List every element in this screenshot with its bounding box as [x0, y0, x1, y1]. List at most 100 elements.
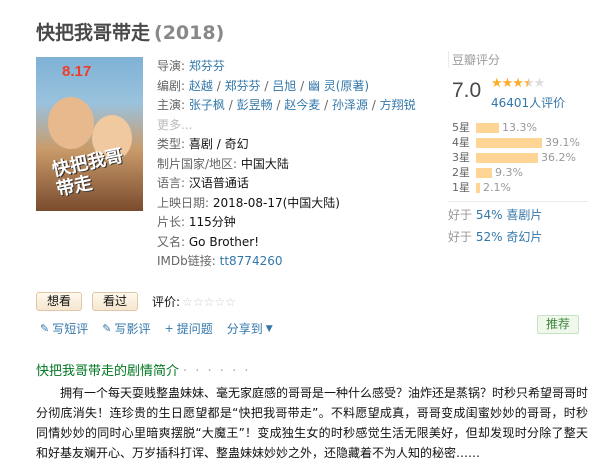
- write-short-review-label: 写短评: [52, 322, 89, 336]
- rating-score: 7.0: [452, 79, 482, 102]
- rating-bar-fill: [476, 168, 492, 178]
- writer-link[interactable]: 赵越: [189, 79, 213, 93]
- movie-title: 快把我哥带走: [36, 22, 151, 44]
- language-value: 汉语普通话: [188, 176, 249, 190]
- tool-bar: ✎ 写短评 ✎ 写影评 + 提问题 分享到 ▼: [40, 320, 287, 337]
- runtime-value: 115分钟: [188, 215, 236, 229]
- rating-bar-fill: [476, 183, 480, 193]
- rate-label: 评价:: [152, 295, 181, 309]
- pencil-icon: ✎: [102, 322, 112, 335]
- ask-question-button[interactable]: + 提问题: [164, 320, 212, 337]
- share-label: 分享到: [226, 322, 263, 336]
- genre-label: 类型:: [157, 137, 186, 151]
- poster-logo: 快把我哥带走: [50, 145, 126, 201]
- aka-label: 又名:: [157, 234, 186, 249]
- better-than-prefix: 好于: [448, 230, 473, 244]
- share-dropdown[interactable]: 分享到 ▼: [227, 320, 273, 337]
- country-row: 制片国家/地区: 中国大陆: [157, 155, 427, 175]
- rate-stars-icon[interactable]: ☆☆☆☆☆: [182, 295, 236, 309]
- rating-header: 豆瓣评分: [452, 53, 501, 67]
- star-filled-icon: ★★★: [491, 76, 524, 91]
- rating-bar-row: 4星 39.1%: [452, 135, 580, 150]
- genre-value: 奇幻: [224, 137, 249, 151]
- movie-year: (2018): [154, 22, 225, 44]
- better-than-row: 好于 52% 奇幻片: [448, 226, 588, 248]
- better-than-row: 好于 54% 喜剧片: [448, 204, 588, 226]
- director-link[interactable]: 郑芬芬: [189, 59, 225, 73]
- cast-more-link[interactable]: 更多...: [157, 118, 192, 132]
- cast-more-row: 更多...: [157, 116, 427, 136]
- better-than-pct[interactable]: 54%: [476, 208, 503, 222]
- ask-question-label: 提问题: [176, 322, 213, 336]
- watched-button[interactable]: 看过: [92, 292, 139, 311]
- writer-link[interactable]: 幽 灵(原著): [308, 79, 369, 93]
- writer-row: 编剧: 赵越 / 郑芬芬 / 吕旭 / 幽 灵(原著): [157, 78, 370, 93]
- aka-row: 又名: Go Brother!: [157, 233, 427, 253]
- rating-bar-pct: 9.3%: [495, 166, 523, 179]
- rating-bar-pct: 2.1%: [483, 181, 511, 194]
- imdb-label: IMDb链接:: [157, 254, 216, 268]
- genre-value: 喜剧: [188, 137, 213, 151]
- rating-bar-label: 5星: [452, 121, 470, 134]
- rating-bar-label: 4星: [452, 136, 470, 149]
- page-title: 快把我哥带走 (2018): [36, 18, 224, 45]
- movie-info: 导演: 郑芬芬 编剧: 赵越 / 郑芬芬 / 吕旭 / 幽 灵(原著) 主演: …: [157, 57, 427, 272]
- cast-link[interactable]: 张子枫: [189, 98, 225, 112]
- rating-stars-icon: ★★★★★: [491, 76, 546, 91]
- summary-dots: · · · · · ·: [183, 364, 251, 379]
- country-value: 中国大陆: [240, 156, 289, 171]
- better-than-pct[interactable]: 52%: [476, 230, 503, 244]
- votes-link[interactable]: 46401人评价: [491, 94, 565, 111]
- rating-bar-row: 1星 2.1%: [452, 180, 580, 195]
- poster-date: 8.17: [62, 63, 92, 80]
- imdb-row: IMDb链接: tt8774260: [157, 252, 427, 272]
- director-label: 导演:: [157, 59, 186, 73]
- rating-bar-pct: 36.2%: [541, 151, 576, 164]
- release-value: 2018-08-17(中国大陆): [212, 195, 340, 210]
- rating-distribution: 5星 13.3% 4星 39.1% 3星 36.2% 2星 9.3% 1星 2.1%: [452, 120, 580, 195]
- rating-bar-row: 2星 9.3%: [452, 165, 580, 180]
- star-empty-icon: ★: [533, 76, 546, 91]
- better-than-genre[interactable]: 喜剧片: [506, 208, 542, 222]
- want-to-watch-button[interactable]: 想看: [36, 292, 83, 311]
- runtime-label: 片长:: [157, 215, 186, 229]
- cast-link[interactable]: 方翔锐: [380, 98, 416, 112]
- summary-text: 拥有一个每天耍贱整蛊妹妹、毫无家庭感的哥哥是一种什么感受？油炸还是蒸锅？时秒只希…: [36, 386, 589, 460]
- language-label: 语言:: [157, 176, 186, 190]
- cast-link[interactable]: 赵今麦: [284, 98, 320, 112]
- director-row: 导演: 郑芬芬: [157, 57, 427, 77]
- recommend-button[interactable]: 推荐: [537, 315, 580, 334]
- writer-link[interactable]: 郑芬芬: [225, 79, 261, 93]
- rating-bar-fill: [476, 138, 542, 148]
- plus-icon: +: [164, 322, 174, 335]
- release-label: 上映日期:: [157, 195, 210, 210]
- cast-row: 主演: 张子枫 / 彭昱畅 / 赵今麦 / 孙泽源 / 方翔锐: [157, 98, 416, 112]
- summary-heading: 快把我哥带走的剧情简介 · · · · · ·: [36, 360, 250, 379]
- summary-title: 快把我哥带走的剧情简介: [36, 364, 180, 379]
- cast-link[interactable]: 孙泽源: [332, 98, 368, 112]
- better-than-panel: 好于 54% 喜剧片 好于 52% 奇幻片: [448, 201, 588, 248]
- rating-bar-label: 1星: [452, 181, 470, 194]
- pencil-icon: ✎: [40, 322, 50, 335]
- star-half-icon: ★: [522, 76, 535, 91]
- rating-bar-fill: [476, 123, 499, 133]
- rating-bar-label: 3星: [452, 151, 470, 164]
- chevron-down-icon: ▼: [265, 323, 273, 334]
- write-short-review-button[interactable]: ✎ 写短评: [40, 320, 88, 337]
- movie-poster[interactable]: 8.17 快把我哥带走: [36, 57, 143, 211]
- write-review-button[interactable]: ✎ 写影评: [102, 320, 150, 337]
- aka-value: Go Brother!: [188, 234, 260, 249]
- rating-bar-pct: 39.1%: [545, 136, 580, 149]
- country-label: 制片国家/地区:: [157, 156, 238, 171]
- cast-label: 主演:: [157, 98, 186, 112]
- better-than-genre[interactable]: 奇幻片: [506, 230, 542, 244]
- imdb-link[interactable]: tt8774260: [220, 254, 283, 268]
- writer-link[interactable]: 吕旭: [272, 79, 296, 93]
- write-review-label: 写影评: [114, 322, 151, 336]
- release-row: 上映日期: 2018-08-17(中国大陆): [157, 194, 427, 214]
- cast-link[interactable]: 彭昱畅: [237, 98, 273, 112]
- rating-bar-pct: 13.3%: [502, 121, 537, 134]
- rating-bar-fill: [476, 153, 538, 163]
- poster-figure-1: [48, 97, 94, 149]
- language-row: 语言: 汉语普通话: [157, 174, 427, 194]
